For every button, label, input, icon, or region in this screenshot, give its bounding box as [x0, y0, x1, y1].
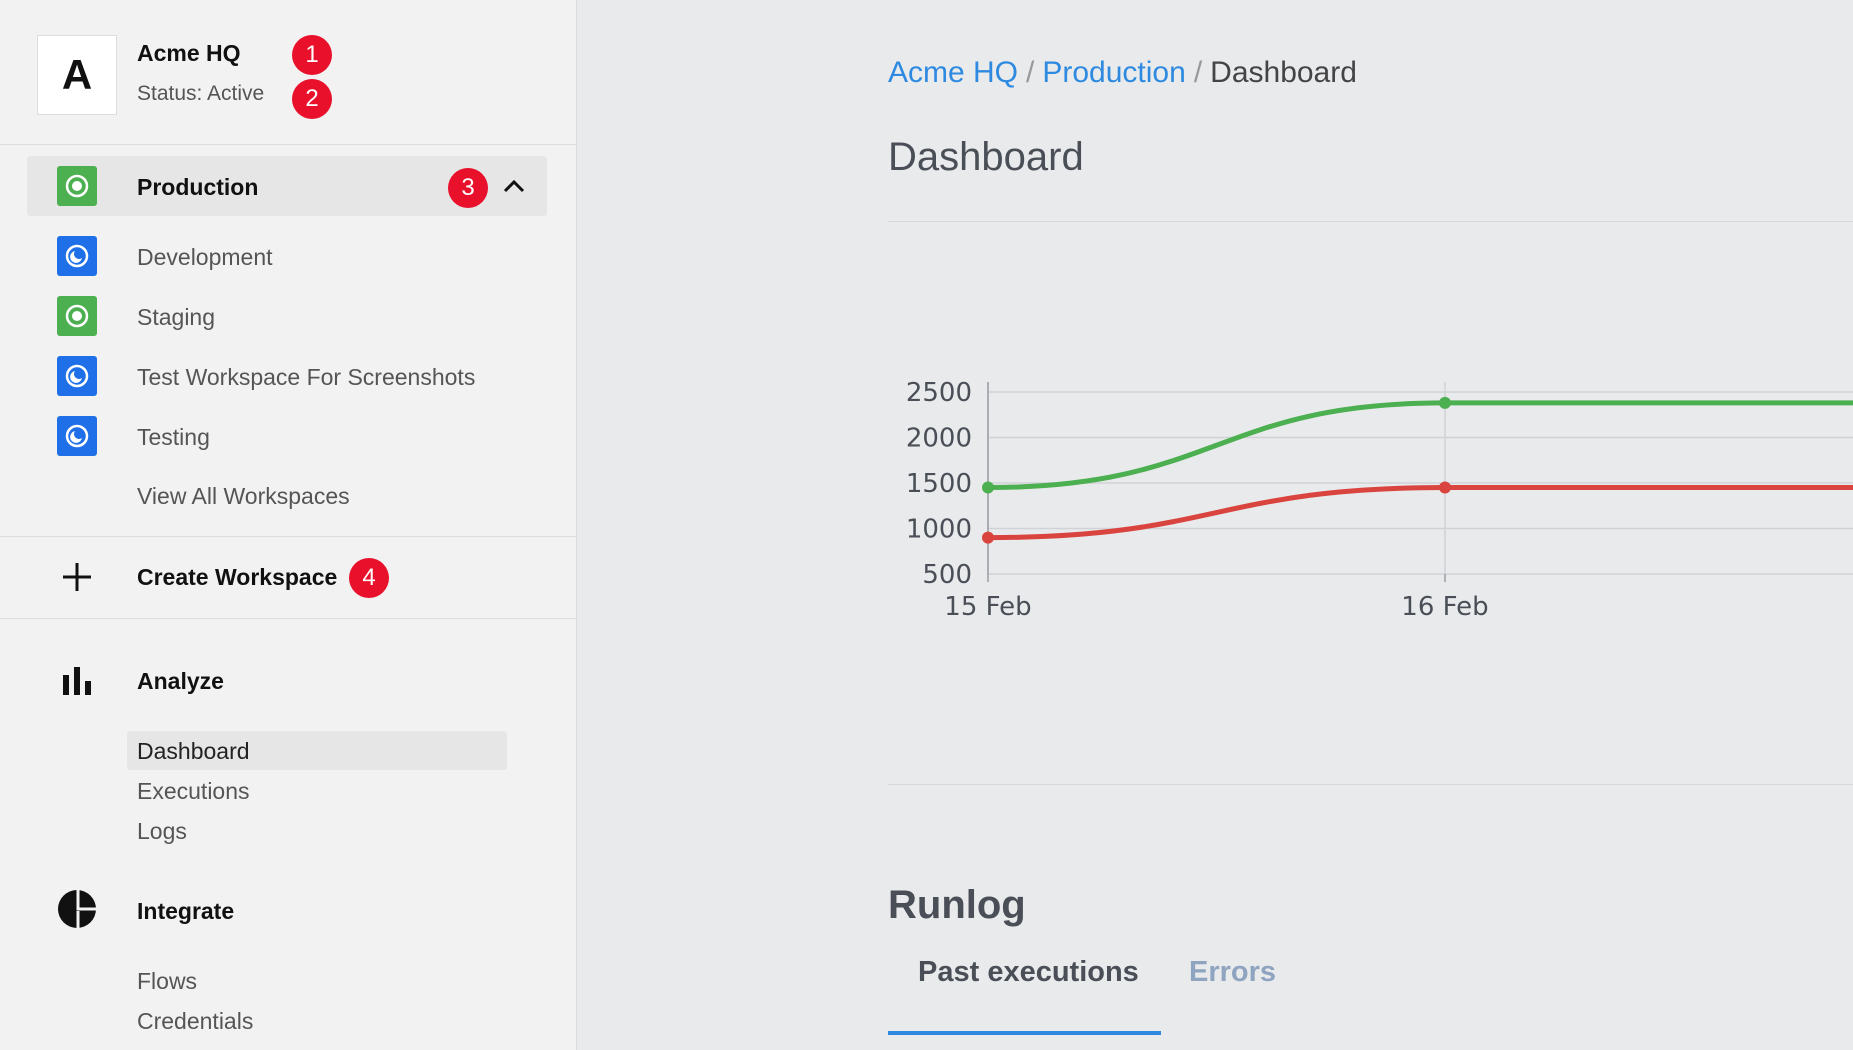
breadcrumb: Acme HQ / Production / Dashboard [888, 56, 1357, 90]
org-status: Status: Active [137, 82, 265, 105]
badge-2: 2 [292, 79, 332, 119]
y-tick-label: 1500 [906, 469, 972, 499]
line-chart: 500 1000 1500 2000 2500 15 Feb 16 Feb [888, 360, 1853, 640]
breadcrumb-acme-hq[interactable]: Acme HQ [888, 56, 1018, 89]
org-header[interactable]: A Acme HQ Status: Active 1 2 [0, 0, 577, 145]
active-tab-indicator [888, 1031, 1161, 1035]
bar-chart-icon [57, 661, 97, 701]
sidebar-item-flows[interactable]: Flows [137, 968, 197, 995]
create-workspace-button[interactable]: Create Workspace 4 [0, 548, 577, 608]
tab-past-executions[interactable]: Past executions [918, 956, 1139, 989]
moon-icon [57, 236, 97, 276]
y-tick-label: 500 [922, 560, 972, 590]
moon-icon [57, 356, 97, 396]
workspace-label-production[interactable]: Production [137, 174, 258, 201]
divider [888, 784, 1853, 785]
tab-errors[interactable]: Errors [1189, 956, 1276, 989]
x-tick-label: 16 Feb [1401, 592, 1488, 622]
badge-4: 4 [349, 558, 389, 598]
org-avatar[interactable]: A [37, 35, 117, 115]
badge-1: 1 [292, 35, 332, 75]
moon-icon [57, 416, 97, 456]
y-tick-label: 1000 [906, 515, 972, 545]
y-tick-label: 2000 [906, 424, 972, 454]
x-tick-label: 15 Feb [944, 592, 1031, 622]
y-tick-label: 2500 [906, 378, 972, 408]
create-workspace-label: Create Workspace [137, 564, 338, 590]
breadcrumb-separator: / [1193, 56, 1203, 89]
divider [0, 618, 577, 619]
breadcrumb-production[interactable]: Production [1042, 56, 1185, 89]
workspace-item-testing[interactable]: Testing [137, 424, 210, 451]
badge-3: 3 [448, 168, 488, 208]
org-name[interactable]: Acme HQ [137, 40, 241, 67]
sidebar-item-credentials[interactable]: Credentials [137, 1008, 253, 1035]
analyze-section-title: Analyze [137, 668, 224, 694]
series-line-0 [987, 400, 1853, 491]
data-point [982, 531, 994, 544]
sidebar-item-executions[interactable]: Executions [137, 778, 250, 805]
target-icon [57, 166, 97, 206]
target-icon [57, 296, 97, 336]
sidebar-item-logs[interactable]: Logs [137, 818, 187, 845]
chevron-up-icon[interactable] [500, 172, 528, 200]
data-point [1439, 481, 1451, 494]
workspace-item-test-workspace[interactable]: Test Workspace For Screenshots [137, 364, 475, 391]
series-line-1 [987, 485, 1853, 541]
view-all-workspaces-link[interactable]: View All Workspaces [137, 483, 350, 510]
line-chart-svg: 500 1000 1500 2000 2500 15 Feb 16 Feb [906, 378, 1853, 622]
workspace-item-development[interactable]: Development [137, 244, 273, 271]
divider [0, 536, 577, 537]
sidebar: A Acme HQ Status: Active 1 2 Production … [0, 0, 577, 1050]
main-content: Acme HQ / Production / Dashboard Dashboard 5… [577, 0, 1853, 1050]
divider [888, 221, 1853, 222]
data-point [982, 481, 994, 494]
pie-chart-icon [57, 889, 97, 929]
plus-icon [60, 560, 94, 594]
integrate-section-title: Integrate [137, 898, 235, 924]
data-point [1439, 396, 1451, 409]
runlog-title: Runlog [888, 883, 1026, 927]
breadcrumb-current: Dashboard [1210, 56, 1357, 89]
workspace-item-staging[interactable]: Staging [137, 304, 215, 331]
breadcrumb-separator: / [1026, 56, 1035, 89]
page-title: Dashboard [888, 135, 1084, 179]
sidebar-item-dashboard[interactable]: Dashboard [137, 738, 250, 765]
